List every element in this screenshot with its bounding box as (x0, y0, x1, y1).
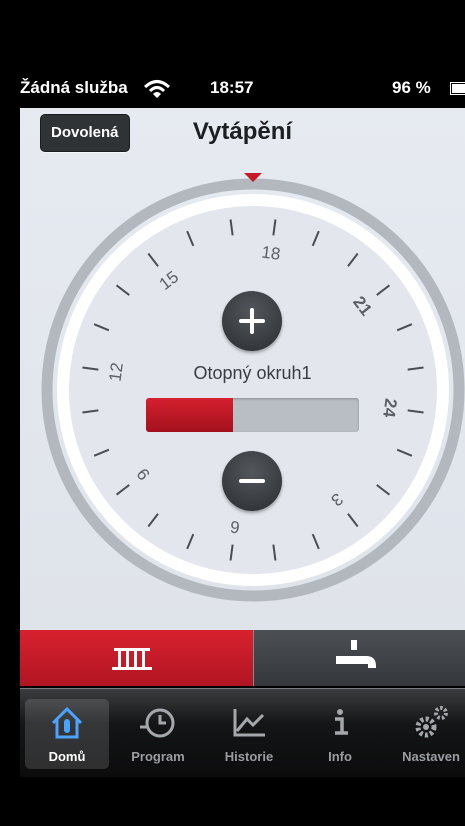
dial-face (69, 206, 437, 574)
hot-water-mode-tab[interactable] (253, 630, 465, 686)
clock-icon (140, 708, 175, 738)
radiator-icon (112, 648, 152, 670)
tab-home[interactable]: Domů (25, 699, 109, 769)
heating-mode-tab[interactable] (20, 630, 253, 686)
heating-circuit-name: Otopný okruh1 (193, 363, 312, 383)
chart-icon (233, 709, 265, 737)
carrier-label: Žádná služba (20, 78, 128, 97)
tab-program-label: Program (131, 749, 185, 764)
mode-selector (20, 630, 465, 686)
tab-history[interactable]: Historie (207, 699, 291, 769)
tab-settings[interactable]: Nastaven (389, 699, 465, 769)
tab-info-label: Info (328, 749, 352, 764)
tab-home-label: Domů (48, 749, 86, 764)
phone-screen: Žádná služba 18:57 96 % Dovolená Vytápěn… (20, 0, 465, 826)
faucet-icon (336, 640, 376, 668)
tab-bar: Domů Program Historie Info Nastaven (20, 688, 465, 777)
wifi-icon (143, 80, 171, 98)
info-icon (335, 709, 348, 735)
tab-settings-label: Nastaven (402, 749, 460, 764)
minus-icon (239, 479, 265, 483)
battery-icon (450, 82, 465, 95)
plus-icon-vertical (250, 308, 254, 334)
battery-percent: 96 % (392, 78, 431, 97)
gear-icon (415, 706, 448, 738)
battery-fill (452, 84, 465, 93)
dial-hour-label: 24 (379, 397, 400, 419)
home-icon (51, 706, 83, 739)
heating-screen: Dovolená Vytápění 18 21 24 3 6 9 12 15 Otopný o… (20, 108, 465, 630)
dial-hour-label: 18 (260, 243, 281, 264)
temperature-level-bar (146, 398, 359, 432)
tab-program[interactable]: Program (116, 699, 200, 769)
status-bar: Žádná služba 18:57 96 % (20, 70, 465, 108)
decrease-temperature-button[interactable] (222, 451, 282, 511)
temperature-level-fill (146, 398, 234, 432)
tab-history-label: Historie (224, 749, 274, 764)
increase-temperature-button[interactable] (222, 291, 282, 351)
tab-info[interactable]: Info (298, 699, 382, 769)
clock-label: 18:57 (210, 78, 254, 97)
